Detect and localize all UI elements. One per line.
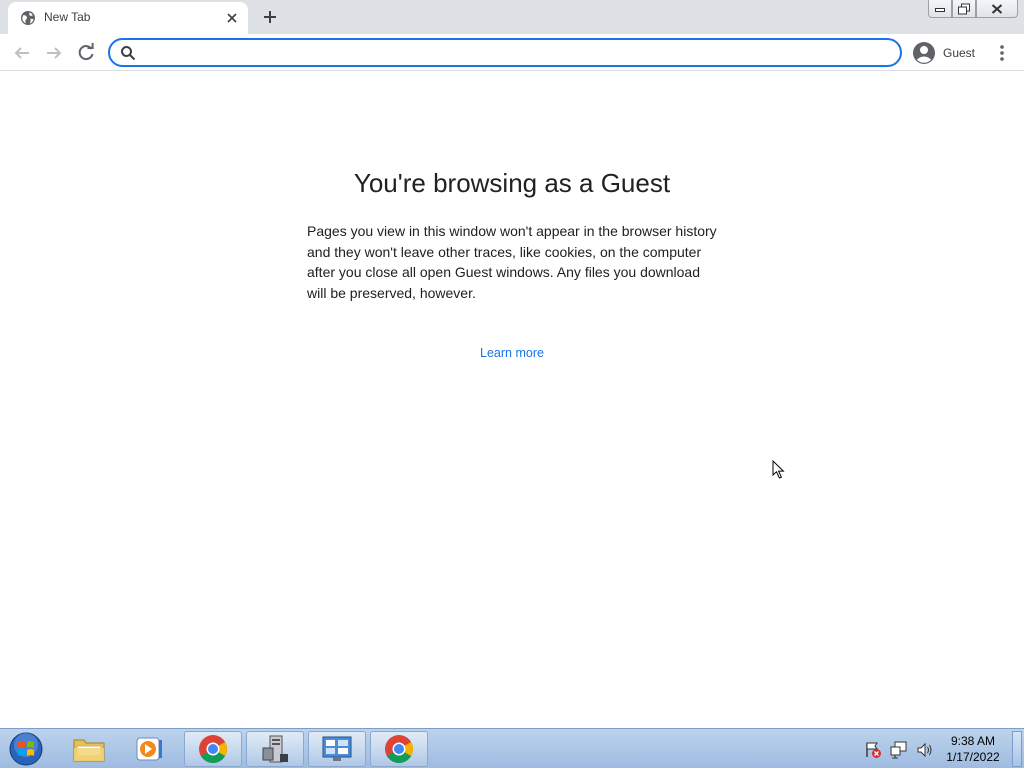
taskbar-item-chrome-2[interactable] — [370, 731, 428, 767]
profile-button[interactable]: Guest — [910, 38, 984, 67]
guest-page: You're browsing as a Guest Pages you vie… — [0, 72, 1024, 728]
forward-arrow-icon[interactable] — [42, 41, 66, 65]
system-tray — [862, 735, 940, 763]
minimize-window-button[interactable] — [928, 0, 952, 18]
minimize-icon — [935, 7, 945, 12]
profile-label: Guest — [943, 46, 976, 60]
network-icon[interactable] — [890, 741, 908, 759]
taskbar-item-media-player[interactable] — [120, 731, 178, 767]
tab-strip: New Tab — [0, 0, 1024, 34]
mouse-cursor-icon — [772, 460, 785, 479]
more-menu-icon[interactable] — [992, 41, 1012, 65]
address-bar[interactable] — [108, 38, 902, 67]
action-center-flag-icon[interactable] — [864, 741, 882, 759]
chrome-icon — [199, 735, 227, 763]
avatar-icon — [913, 42, 935, 64]
taskbar-item-chrome-1[interactable] — [184, 731, 242, 767]
chrome-icon — [385, 735, 413, 763]
address-input[interactable] — [144, 43, 884, 62]
browser-toolbar: Guest — [0, 34, 1024, 71]
new-tab-icon[interactable] — [260, 7, 280, 27]
close-icon — [991, 3, 1003, 14]
taskbar-item-windows-explorer[interactable] — [60, 731, 118, 767]
close-window-button[interactable] — [976, 0, 1018, 18]
system-clock[interactable]: 9:38 AM 1/17/2022 — [940, 733, 1006, 765]
page-title: You're browsing as a Guest — [353, 168, 671, 198]
show-desktop-button[interactable] — [1012, 731, 1022, 767]
volume-icon[interactable] — [916, 741, 934, 759]
server-icon — [262, 735, 288, 763]
close-tab-icon[interactable] — [224, 10, 240, 26]
restore-window-button[interactable] — [952, 0, 976, 18]
restore-icon — [958, 3, 970, 14]
tab-title: New Tab — [44, 10, 91, 24]
learn-more-link[interactable]: Learn more — [0, 346, 1024, 360]
back-arrow-icon[interactable] — [10, 41, 34, 65]
taskbar-item-server-manager[interactable] — [246, 731, 304, 767]
tab-new-tab[interactable]: New Tab — [8, 2, 248, 34]
taskbar-item-control-panel[interactable] — [308, 731, 366, 767]
globe-icon — [21, 11, 35, 25]
control-panel-icon — [322, 736, 352, 761]
taskbar: 9:38 AM 1/17/2022 — [0, 728, 1024, 768]
search-icon — [121, 46, 136, 61]
media-player-icon — [136, 737, 162, 761]
reload-icon[interactable] — [74, 41, 98, 65]
guest-description: Pages you view in this window won't appe… — [307, 223, 717, 301]
clock-date: 1/17/2022 — [946, 750, 1000, 764]
clock-time: 9:38 AM — [950, 734, 996, 748]
folder-icon — [73, 739, 105, 762]
start-button[interactable] — [6, 731, 46, 767]
